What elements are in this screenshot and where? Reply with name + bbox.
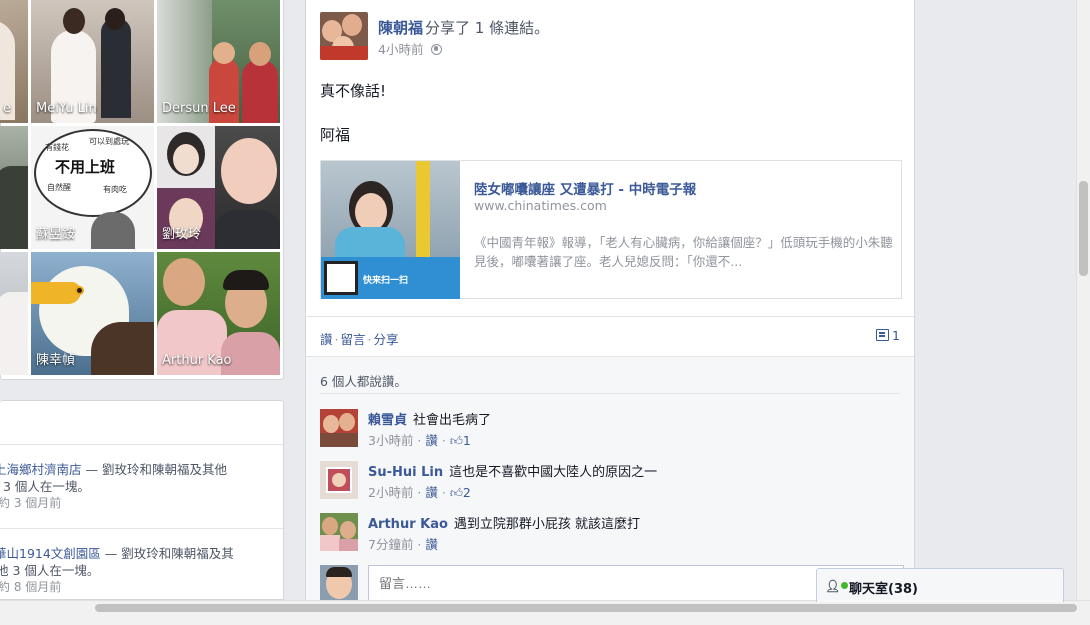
- thumbs-up-icon[interactable]: 👍︎: [450, 485, 463, 500]
- friend-name: 劉玫玲: [162, 227, 202, 242]
- friend-tile[interactable]: MeiYu Lin: [31, 0, 154, 123]
- meme-text: 有錢花: [45, 143, 69, 152]
- link-title[interactable]: 陸女嘟囔讓座 又遭暴打 - 中時電子報: [474, 178, 696, 198]
- friend-name: e: [3, 101, 11, 116]
- link-preview[interactable]: 快来扫一扫 陸女嘟囔讓座 又遭暴打 - 中時電子報 www.chinatimes…: [320, 160, 902, 299]
- friends-grid: e MeiYu Lin Dersun Lee 有錢花 可以到處玩 不用上班 自然…: [0, 0, 284, 380]
- comment-button[interactable]: 留言: [341, 332, 366, 347]
- like-button[interactable]: 讚: [320, 332, 333, 347]
- meme-text: 有肉吃: [103, 185, 127, 194]
- post-action: 分享了 1 條連結。: [425, 19, 550, 37]
- comment-like-count[interactable]: 1: [463, 433, 471, 448]
- thumbs-up-icon[interactable]: 👍︎: [450, 433, 463, 448]
- author-name[interactable]: 陳朝福: [378, 19, 423, 37]
- comment-count[interactable]: 1: [876, 328, 900, 343]
- places-box: 上海鄉村濟南店 — 劉玫玲和陳朝福及其他 3 個人在一塊。 約 3 個月前 華山…: [0, 400, 284, 600]
- place-link[interactable]: 華山1914文創園區: [0, 546, 101, 561]
- comment-meta: 3小時前 · 讚 · 👍︎1: [368, 433, 471, 448]
- left-column: e MeiYu Lin Dersun Lee 有錢花 可以到處玩 不用上班 自然…: [0, 0, 284, 600]
- comment-like-button[interactable]: 讚: [425, 485, 438, 500]
- current-user-avatar[interactable]: [320, 565, 358, 601]
- post-header: 陳朝福 分享了 1 條連結。: [378, 17, 549, 38]
- post-time-row: 4小時前: [378, 39, 443, 58]
- comment-text: 社會出毛病了: [413, 413, 492, 428]
- author-avatar[interactable]: [320, 12, 368, 60]
- right-gutter: [917, 0, 1090, 600]
- post-actions: 讚 · 留言 · 分享 1: [306, 316, 914, 356]
- online-dot-icon: [841, 582, 849, 589]
- meme-text: 自然醒: [47, 183, 71, 192]
- comment-time[interactable]: 2小時前: [368, 485, 413, 500]
- share-button[interactable]: 分享: [374, 332, 399, 347]
- place-link[interactable]: 上海鄉村濟南店: [0, 462, 82, 477]
- place-with-count: 他 3 個人在一塊。: [0, 563, 100, 578]
- divider: [320, 393, 900, 394]
- friend-name: MeiYu Lin: [36, 101, 97, 116]
- post-text: 真不像話!: [320, 82, 387, 100]
- chat-sidebar-tab[interactable]: 👤︎ 聊天室(38): [816, 568, 1064, 602]
- friend-tile[interactable]: Arthur Kao: [157, 252, 280, 375]
- friend-tile[interactable]: [0, 252, 28, 375]
- friend-name: Arthur Kao: [162, 353, 232, 368]
- comment-text: 遇到立院那群小屁孩 就該這麼打: [453, 517, 641, 532]
- vertical-scroll-thumb[interactable]: [1079, 181, 1088, 276]
- friend-tile[interactable]: 有錢花 可以到處玩 不用上班 自然醒 有肉吃 蘇昱銨: [31, 126, 154, 249]
- comment-time[interactable]: 7分鐘前: [368, 537, 413, 552]
- comment-meta: 7分鐘前 · 讚: [368, 537, 438, 552]
- comment-time[interactable]: 3小時前: [368, 433, 413, 448]
- friend-tile[interactable]: 陳幸幀: [31, 252, 154, 375]
- comment-count-value: 1: [892, 328, 900, 343]
- friend-tile[interactable]: Dersun Lee: [157, 0, 280, 123]
- comment-text: 這也是不喜歡中國大陸人的原因之一: [449, 465, 658, 480]
- link-thumbnail[interactable]: 快来扫一扫: [321, 161, 460, 299]
- commenter-avatar[interactable]: [320, 461, 358, 499]
- place-item[interactable]: 華山1914文創園區 — 劉玫玲和陳朝福及其 他 3 個人在一塊。 約 8 個月…: [0, 528, 283, 601]
- link-description: 《中國青年報》報導，「老人有心臟病，你給讓個座？」低頭玩手機的小朱聽見後，嘟囔著…: [474, 235, 893, 269]
- comments-section: 6 個人都說讚。 賴雪貞 社會出毛病了 3小時前 · 讚 · 👍︎1 Su-Hui…: [306, 356, 914, 601]
- place-date: 約 8 個月前: [0, 580, 62, 594]
- post-signature: 阿福: [320, 126, 351, 144]
- vertical-scrollbar[interactable]: [1076, 0, 1090, 600]
- globe-icon[interactable]: [431, 44, 443, 55]
- friend-tile[interactable]: [0, 126, 28, 249]
- commenter-avatar[interactable]: [320, 409, 358, 447]
- commenter-name[interactable]: 賴雪貞: [368, 413, 407, 428]
- commenter-name[interactable]: Su-Hui Lin: [368, 465, 443, 480]
- friend-name: Dersun Lee: [162, 101, 236, 116]
- comment-meta: 2小時前 · 讚 · 👍︎2: [368, 485, 471, 500]
- comment-like-button[interactable]: 讚: [425, 537, 438, 552]
- horizontal-scroll-thumb[interactable]: [95, 604, 1077, 612]
- likes-summary[interactable]: 6 個人都說讚。: [320, 371, 407, 390]
- place-item[interactable]: 上海鄉村濟南店 — 劉玫玲和陳朝福及其他 3 個人在一塊。 約 3 個月前: [0, 444, 283, 528]
- link-url: www.chinatimes.com: [474, 198, 607, 213]
- comment-icon: [876, 329, 890, 341]
- place-date: 約 3 個月前: [0, 496, 62, 510]
- place-with: — 劉玫玲和陳朝福及其: [100, 546, 234, 561]
- place-with: — 劉玫玲和陳朝福及其他: [81, 462, 227, 477]
- post-time[interactable]: 4小時前: [378, 42, 423, 57]
- meme-text: 可以到處玩: [89, 137, 129, 146]
- news-feed-post: 陳朝福 分享了 1 條連結。 4小時前 真不像話! 阿福 快来扫一扫 陸女嘟囔讓座…: [305, 0, 915, 601]
- thumb-caption: 快来扫一扫: [363, 276, 409, 286]
- friend-tile[interactable]: e: [0, 0, 28, 123]
- meme-text: 不用上班: [55, 158, 116, 176]
- comment-like-button[interactable]: 讚: [425, 433, 438, 448]
- friend-tile[interactable]: 劉玫玲: [157, 126, 280, 249]
- person-icon: 👤︎: [825, 579, 849, 593]
- chat-label: 聊天室(38): [849, 582, 918, 597]
- place-with-count: 3 個人在一塊。: [3, 479, 90, 494]
- commenter-avatar[interactable]: [320, 513, 358, 551]
- commenter-name[interactable]: Arthur Kao: [368, 517, 448, 532]
- comment-like-count[interactable]: 2: [463, 485, 471, 500]
- friend-name: 蘇昱銨: [36, 227, 76, 242]
- friend-name: 陳幸幀: [36, 353, 76, 368]
